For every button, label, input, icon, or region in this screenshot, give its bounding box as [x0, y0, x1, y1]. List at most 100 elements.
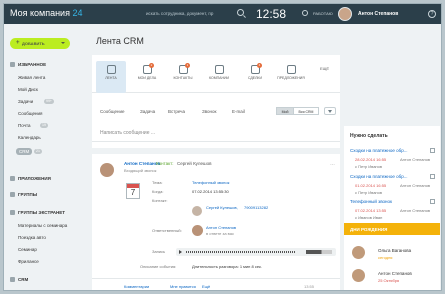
contact-name-link[interactable]: Сергей Кулешов, [206, 205, 238, 210]
tab-email[interactable]: E-mail [232, 109, 245, 114]
todo-with[interactable]: с Петр Иванов [355, 164, 382, 169]
tab-deals[interactable]: 4 СДЕЛКИ [240, 61, 270, 93]
tab-companies[interactable]: КОМПАНИИ [204, 61, 234, 93]
crm-group[interactable]: CRM [10, 277, 28, 282]
todo-checkbox[interactable] [430, 174, 435, 179]
sidebar-item-live-feed[interactable]: Живая лента [18, 75, 45, 80]
company-logo[interactable]: Моя компания 24 [10, 8, 83, 18]
logo-text: Моя компания [10, 8, 70, 18]
tab-call[interactable]: Звонок [202, 109, 217, 114]
todo-checkbox[interactable] [430, 199, 435, 204]
audio-player[interactable] [176, 248, 336, 256]
sidebar-item-my-drive[interactable]: Мой Диск [18, 87, 38, 92]
extranet-group[interactable]: ГРУППЫ ЭКСТРАНЕТ [10, 210, 65, 215]
alarm-icon[interactable] [302, 10, 308, 16]
search-input[interactable]: искать сотрудника, документ, пр [146, 8, 236, 20]
avatar[interactable] [192, 225, 203, 236]
sidebar-item-calendar[interactable]: Календарь [18, 135, 41, 140]
todo-item[interactable]: Сходки на платежное обр... 01.02.2014 16… [350, 174, 436, 200]
birthday-name[interactable]: Ольга Ваганова [378, 248, 411, 253]
more-icon[interactable]: … [330, 161, 335, 167]
toolbar-more[interactable]: ЕЩЁ [320, 66, 329, 71]
todo-link[interactable]: Сходки на платежное обр... [350, 148, 407, 153]
topic-label: Тема: [152, 180, 163, 185]
like-link[interactable]: Мне нравится [170, 284, 196, 289]
todo-item[interactable]: Сходки на платежное обр... 28.02.2014 16… [350, 148, 436, 174]
volume-slider[interactable] [306, 250, 332, 254]
responsible-subtitle: в ответе за вас [206, 231, 234, 236]
sidebar-item-seminar[interactable]: Семинар [18, 247, 37, 252]
clock-time[interactable]: 12:58 [256, 7, 286, 21]
sidebar-item-crm[interactable]: CRM [16, 148, 33, 155]
record-label: Запись [152, 249, 166, 254]
todo-link[interactable]: Телефонный звонок [350, 199, 392, 204]
tab-quotes[interactable]: ПРЕДЛОЖЕНИЯ [276, 61, 306, 93]
post-subtitle: Входящий звонок [124, 168, 157, 173]
when-value: 07.02.2014 13:55:30 [192, 189, 229, 194]
message-composer[interactable]: Написать сообщение ... [92, 125, 340, 142]
todo-item[interactable]: Телефонный звонок 07.02.2014 13:55 Антон… [350, 199, 436, 225]
apps-group[interactable]: ПРИЛОЖЕНИЯ [10, 176, 51, 181]
avatar[interactable] [192, 206, 202, 216]
tab-label: ПРЕДЛОЖЕНИЯ [277, 76, 305, 80]
groups-icon [10, 192, 15, 197]
play-icon[interactable] [179, 250, 182, 254]
birthday-date: 25 Октября [378, 278, 400, 283]
topic-value[interactable]: Телефонный звонок [192, 180, 229, 185]
audio-progress[interactable] [186, 251, 296, 253]
post-author[interactable]: Антон Степанов [124, 161, 160, 166]
logo-number: 24 [72, 8, 83, 18]
add-button[interactable]: ДОБАВИТЬ [10, 38, 70, 49]
contact-phone-link[interactable]: 79009113282 [244, 205, 268, 210]
tab-feed[interactable]: ЛЕНТА [96, 61, 126, 93]
more-link[interactable]: Ещё [202, 284, 210, 289]
birthday-item[interactable]: Ольга Ваганова сегодня [352, 246, 438, 264]
tab-my-activities[interactable]: 2 МОИ ДЕЛА [132, 61, 162, 93]
avatar[interactable] [352, 269, 365, 282]
birthday-item[interactable]: Антон Степанов 25 Октября [352, 269, 438, 287]
tab-meeting[interactable]: Встреча [168, 109, 185, 114]
tab-task[interactable]: Задача [140, 109, 155, 114]
tab-label: ЛЕНТА [105, 76, 117, 80]
filter-mine[interactable]: Мой [276, 107, 294, 115]
mail-count-badge: 19 [40, 123, 48, 128]
todo-link[interactable]: Сходки на платежное обр... [350, 174, 407, 179]
avatar[interactable] [100, 163, 114, 177]
right-panel: Нужно сделать Сходки на платежное обр...… [344, 126, 440, 290]
sidebar-item-seminar-materials[interactable]: Материалы с семинара [18, 223, 67, 228]
user-menu[interactable]: Антон Степанов [338, 7, 422, 21]
todo-date: 28.02.2014 16:55 [355, 157, 387, 162]
birthday-name[interactable]: Антон Степанов [378, 271, 412, 276]
avatar[interactable] [352, 246, 365, 259]
todo-owner[interactable]: Антон Степанов [400, 208, 430, 213]
work-status[interactable]: РАБОТАЮ [313, 11, 333, 16]
filter-icon[interactable] [324, 107, 336, 115]
description-label: Описание события: [140, 264, 177, 269]
search-icon[interactable] [237, 9, 244, 16]
tab-message[interactable]: Сообщение [100, 109, 125, 114]
help-icon[interactable]: ? [428, 10, 436, 18]
responsible-card: Антон Степанов в ответе за вас [192, 224, 272, 240]
calendar-icon: 7 [126, 183, 140, 199]
todo-with[interactable]: с Петр Иванов [355, 190, 382, 195]
todo-checkbox[interactable] [430, 148, 435, 153]
feed-icon [106, 65, 116, 74]
sidebar-item-car-trip[interactable]: Поездка авто [18, 235, 46, 240]
sidebar-item-messages[interactable]: Сообщения [18, 111, 42, 116]
extranet-label: ГРУППЫ ЭКСТРАНЕТ [18, 210, 66, 215]
sidebar-item-freelance[interactable]: Фрилансе [18, 259, 39, 264]
responsible-name[interactable]: Антон Степанов [206, 225, 236, 230]
todo-with[interactable]: с Иванов Иван [355, 215, 382, 220]
todo-owner[interactable]: Антон Степанов [400, 183, 430, 188]
post-contact-name[interactable]: Сергей Кулешов [177, 161, 211, 166]
sidebar-item-tasks[interactable]: Задачи [18, 99, 33, 104]
todo-owner[interactable]: Антон Степанов [400, 157, 430, 162]
groups-label: ГРУППЫ [18, 192, 38, 197]
todo-date: 07.02.2014 13:55 [355, 208, 387, 213]
filter-all-crm[interactable]: Вся CRM [293, 107, 319, 115]
sidebar-item-mail[interactable]: Почта [18, 123, 31, 128]
tab-contacts[interactable]: 1 КОНТАКТЫ [168, 61, 198, 93]
groups-group[interactable]: ГРУППЫ [10, 192, 37, 197]
comments-link[interactable]: Комментарии [124, 284, 149, 289]
favorites-group[interactable]: ИЗБРАННОЕ [10, 62, 46, 67]
